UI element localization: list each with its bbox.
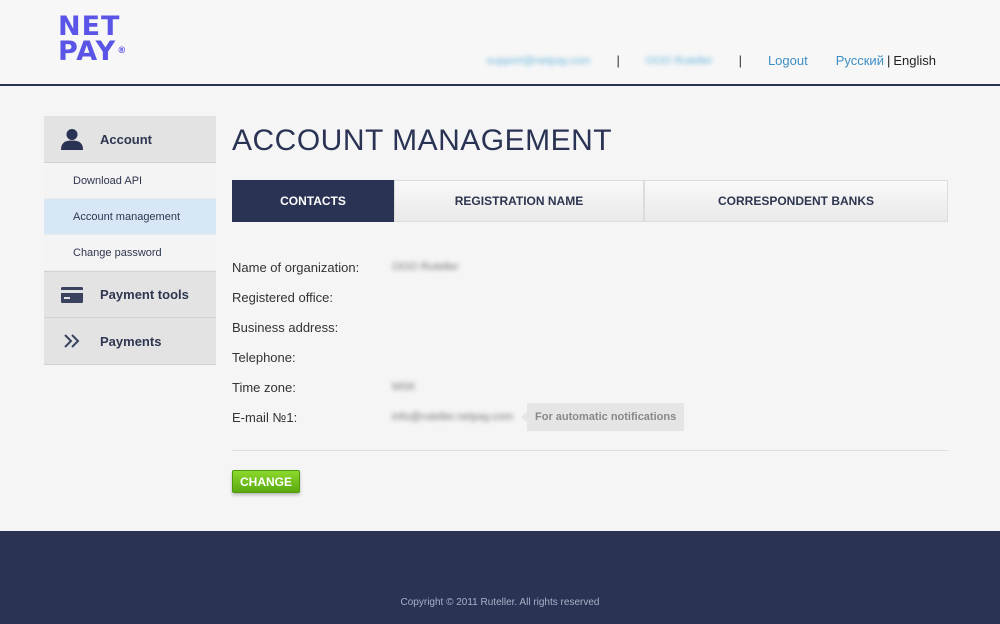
sidebar-item-label: Payment tools: [100, 287, 189, 302]
field-label: Name of organization:: [232, 259, 360, 275]
logout-link[interactable]: Logout: [768, 53, 808, 68]
nav-separator: |: [616, 53, 620, 68]
double-chevron-icon: [44, 333, 100, 349]
sidebar-item-download-api[interactable]: Download API: [44, 163, 216, 199]
user-icon: [44, 128, 100, 150]
sidebar-item-label: Payments: [100, 333, 162, 349]
field-row-business-address: Business address:: [232, 312, 684, 342]
logo-line2: PAY®: [58, 36, 128, 67]
field-label: Registered office:: [232, 289, 333, 305]
field-label: Business address:: [232, 319, 339, 335]
contacts-form: Name of organization: OOO Ruteller Regis…: [232, 252, 685, 432]
field-row-registered-office: Registered office:: [232, 282, 684, 312]
field-value: OOO Ruteller: [392, 261, 459, 273]
tab-contacts[interactable]: CONTACTS: [232, 180, 394, 222]
footer: Copyright © 2011 Ruteller. All rights re…: [0, 531, 1000, 624]
page-title: ACCOUNT MANAGEMENT: [232, 124, 613, 157]
field-row-telephone: Telephone:: [232, 342, 684, 372]
card-icon: [44, 286, 100, 303]
field-value: info@ruteller.netpay.com: [392, 411, 514, 423]
lang-separator: |: [886, 53, 891, 68]
field-row-email-1: E-mail №1: info@ruteller.netpay.com For …: [232, 402, 685, 432]
lang-russian-link[interactable]: Русский: [836, 53, 884, 68]
change-button[interactable]: CHANGE: [232, 470, 300, 493]
notification-hint-tooltip: For automatic notifications: [521, 403, 685, 431]
sidebar-item-change-password[interactable]: Change password: [44, 235, 216, 271]
field-row-organization: Name of organization: OOO Ruteller: [232, 252, 684, 282]
user-email[interactable]: support@netpay.com: [487, 55, 591, 67]
netpay-logo[interactable]: NET PAY®: [58, 13, 138, 68]
field-value: MSK: [392, 381, 416, 393]
field-label: E-mail №1:: [232, 409, 298, 425]
nav-separator: |: [738, 53, 742, 68]
tabs: CONTACTS REGISTRATION NAME CORRESPONDENT…: [232, 180, 948, 222]
field-label: Telephone:: [232, 349, 296, 365]
sidebar: Account Download API Account management …: [44, 116, 216, 365]
sidebar-item-payments[interactable]: Payments: [44, 318, 216, 365]
sidebar-item-payment-tools[interactable]: Payment tools: [44, 271, 216, 318]
divider: [232, 450, 948, 451]
copyright-text: Copyright © 2011 Ruteller. All rights re…: [400, 597, 600, 608]
top-nav: support@netpay.com | OOO Ruteller | Logo…: [487, 53, 936, 68]
field-row-time-zone: Time zone: MSK: [232, 372, 684, 402]
tab-registration-name[interactable]: REGISTRATION NAME: [394, 180, 644, 222]
language-switch: Русский | English: [836, 53, 936, 68]
organization-name-link[interactable]: OOO Ruteller: [646, 55, 713, 67]
sidebar-item-account-management[interactable]: Account management: [44, 199, 216, 235]
header: NET PAY® support@netpay.com | OOO Rutell…: [0, 0, 1000, 86]
sidebar-item-label: Account: [100, 131, 152, 147]
lang-english-current: English: [893, 53, 936, 68]
field-label: Time zone:: [232, 379, 296, 395]
sidebar-item-account[interactable]: Account: [44, 116, 216, 163]
tab-correspondent-banks[interactable]: CORRESPONDENT BANKS: [644, 180, 948, 222]
